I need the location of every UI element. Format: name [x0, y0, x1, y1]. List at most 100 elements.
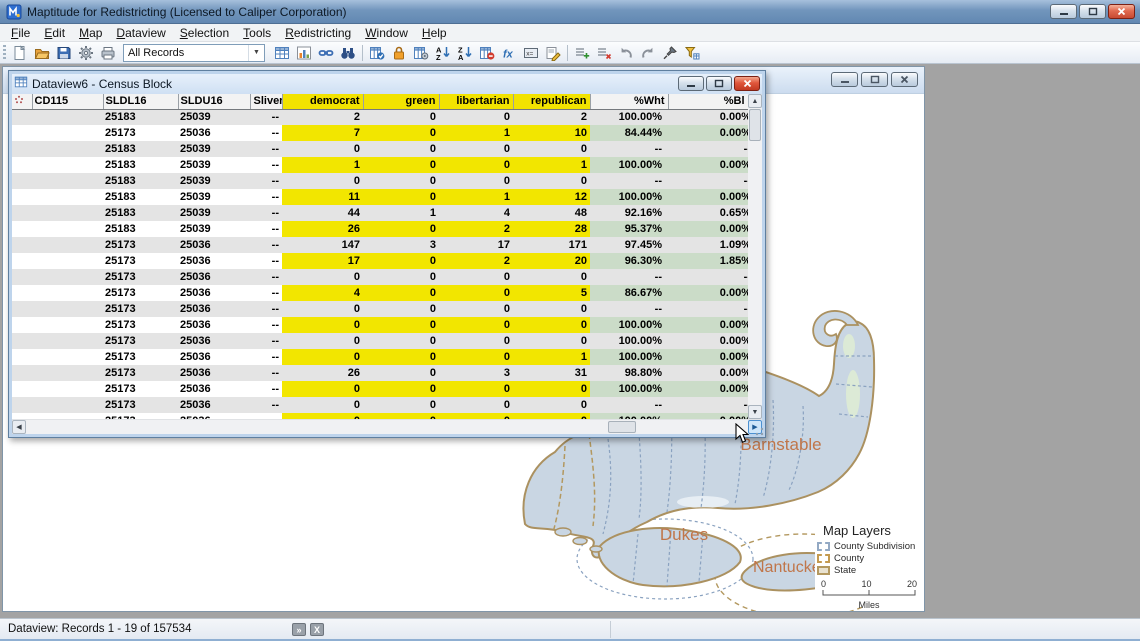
sort-ascending-button[interactable]: AZ — [432, 43, 454, 63]
cell-republican[interactable]: 1 — [513, 157, 590, 173]
cell-democrat[interactable]: 0 — [282, 333, 363, 349]
row-header-cell[interactable] — [12, 397, 32, 413]
table-row[interactable]: 2517325036--17022096.30%1.85% — [12, 253, 748, 269]
cell-green[interactable]: 0 — [363, 397, 439, 413]
records-dropdown[interactable]: All Records▼ — [123, 44, 265, 62]
dataview-window[interactable]: Dataview6 - Census Block CD115SLDL16SLDU… — [8, 70, 766, 438]
column-header-sldl16[interactable]: SLDL16 — [103, 94, 178, 109]
table-row[interactable]: 2517325036--7011084.44%0.00% — [12, 125, 748, 141]
cell-sliver[interactable]: -- — [250, 365, 282, 381]
cell-cd115[interactable] — [32, 381, 103, 397]
cell-libertarian[interactable]: 0 — [439, 301, 513, 317]
cell-sldu16[interactable]: 25039 — [178, 157, 250, 173]
cell-democrat[interactable]: 147 — [282, 237, 363, 253]
cell-wht[interactable]: 100.00% — [590, 157, 668, 173]
close-button[interactable] — [1108, 4, 1135, 19]
new-dataview-button[interactable] — [271, 43, 293, 63]
cell-cd115[interactable] — [32, 157, 103, 173]
cell-sldl16[interactable]: 25173 — [103, 381, 178, 397]
column-header-republican[interactable]: republican — [513, 94, 590, 109]
menu-selection[interactable]: Selection — [173, 25, 236, 41]
table-row[interactable]: 2518325039--1001100.00%0.00% — [12, 157, 748, 173]
table-row[interactable]: 2517325036--0000---- — [12, 397, 748, 413]
cell-wht[interactable]: 100.00% — [590, 189, 668, 205]
cell-sliver[interactable]: -- — [250, 109, 282, 125]
row-header-cell[interactable] — [12, 269, 32, 285]
cell-sldl16[interactable]: 25173 — [103, 125, 178, 141]
title-bar[interactable]: Maptitude for Redistricting (Licensed to… — [0, 0, 1140, 24]
row-header-cell[interactable] — [12, 141, 32, 157]
cell-democrat[interactable]: 11 — [282, 189, 363, 205]
cell-sldl16[interactable]: 25183 — [103, 189, 178, 205]
cell-libertarian[interactable]: 0 — [439, 349, 513, 365]
cell-sldu16[interactable]: 25036 — [178, 269, 250, 285]
menu-map[interactable]: Map — [72, 25, 109, 41]
cell-sldl16[interactable]: 25173 — [103, 237, 178, 253]
cell-green[interactable]: 0 — [363, 189, 439, 205]
cell-democrat[interactable]: 17 — [282, 253, 363, 269]
cell-libertarian[interactable]: 1 — [439, 189, 513, 205]
cell-bl[interactable]: 0.00% — [668, 349, 748, 365]
cell-democrat[interactable]: 44 — [282, 205, 363, 221]
cell-sldl16[interactable]: 25173 — [103, 365, 178, 381]
cell-sldu16[interactable]: 25036 — [178, 333, 250, 349]
row-header-cell[interactable] — [12, 365, 32, 381]
cell-green[interactable]: 0 — [363, 109, 439, 125]
column-header-libertarian[interactable]: libertarian — [439, 94, 513, 109]
cell-sldl16[interactable]: 25183 — [103, 141, 178, 157]
map-restore-button[interactable] — [861, 72, 888, 87]
cell-green[interactable]: 0 — [363, 141, 439, 157]
row-header-cell[interactable] — [12, 157, 32, 173]
cell-sldl16[interactable]: 25173 — [103, 349, 178, 365]
map-minimize-button[interactable] — [831, 72, 858, 87]
cell-republican[interactable]: 0 — [513, 333, 590, 349]
table-row[interactable]: 2517325036--0001100.00%0.00% — [12, 349, 748, 365]
cell-sliver[interactable]: -- — [250, 301, 282, 317]
cell-cd115[interactable] — [32, 237, 103, 253]
cell-sldl16[interactable]: 25173 — [103, 285, 178, 301]
row-header-cell[interactable] — [12, 317, 32, 333]
cell-sldu16[interactable]: 25039 — [178, 109, 250, 125]
cell-sliver[interactable]: -- — [250, 125, 282, 141]
cell-democrat[interactable]: 26 — [282, 365, 363, 381]
cell-sliver[interactable]: -- — [250, 173, 282, 189]
cell-libertarian[interactable]: 0 — [439, 157, 513, 173]
cell-sldu16[interactable]: 25039 — [178, 189, 250, 205]
cell-bl[interactable]: 0.00% — [668, 125, 748, 141]
settings-gear-button[interactable] — [75, 43, 97, 63]
cell-cd115[interactable] — [32, 125, 103, 141]
cell-bl[interactable]: 0.00% — [668, 109, 748, 125]
cell-cd115[interactable] — [32, 221, 103, 237]
cell-sliver[interactable]: -- — [250, 317, 282, 333]
cell-sldu16[interactable]: 25036 — [178, 349, 250, 365]
row-header-cell[interactable] — [12, 125, 32, 141]
row-insert-button[interactable] — [571, 43, 593, 63]
cell-cd115[interactable] — [32, 109, 103, 125]
cell-democrat[interactable]: 2 — [282, 109, 363, 125]
cell-republican[interactable]: 171 — [513, 237, 590, 253]
status-close-button[interactable]: X — [310, 623, 324, 636]
cell-democrat[interactable]: 1 — [282, 157, 363, 173]
cell-bl[interactable]: 0.65% — [668, 205, 748, 221]
cell-bl[interactable]: 0.00% — [668, 317, 748, 333]
cell-sliver[interactable]: -- — [250, 189, 282, 205]
cell-sldl16[interactable]: 25173 — [103, 397, 178, 413]
cell-wht[interactable]: 100.00% — [590, 109, 668, 125]
chart-button[interactable] — [293, 43, 315, 63]
column-header-green[interactable]: green — [363, 94, 439, 109]
cell-sliver[interactable]: -- — [250, 285, 282, 301]
pin-button[interactable] — [659, 43, 681, 63]
cell-libertarian[interactable]: 0 — [439, 381, 513, 397]
cell-sliver[interactable]: -- — [250, 221, 282, 237]
sort-descending-button[interactable]: ZA — [454, 43, 476, 63]
scroll-up-button[interactable]: ▲ — [748, 94, 762, 108]
cell-green[interactable]: 0 — [363, 317, 439, 333]
cell-bl[interactable]: 0.00% — [668, 381, 748, 397]
row-header-cell[interactable] — [12, 333, 32, 349]
column-header-cd115[interactable]: CD115 — [32, 94, 103, 109]
cell-bl[interactable]: -- — [668, 269, 748, 285]
edit-note-button[interactable] — [542, 43, 564, 63]
cell-cd115[interactable] — [32, 141, 103, 157]
cell-libertarian[interactable]: 0 — [439, 333, 513, 349]
cell-wht[interactable]: -- — [590, 141, 668, 157]
